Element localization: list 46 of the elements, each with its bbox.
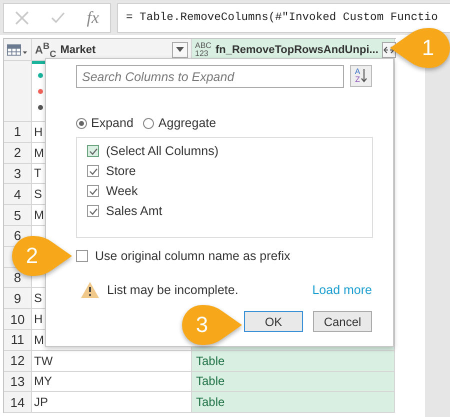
checkbox-label[interactable]: Sales Amt: [106, 204, 162, 218]
row-header: 14: [4, 392, 32, 414]
checkbox[interactable]: [76, 250, 88, 262]
step-callout: 3: [180, 303, 244, 347]
ok-button[interactable]: OK: [244, 311, 303, 332]
fx-label[interactable]: fx: [86, 8, 100, 28]
arrow-down-icon: [361, 69, 368, 83]
checkbox[interactable]: [87, 145, 99, 157]
checkbox[interactable]: [87, 185, 99, 197]
table-cell[interactable]: Table: [192, 392, 395, 414]
row-header: 4: [4, 184, 32, 206]
sort-button[interactable]: A Z: [350, 65, 372, 87]
checkbox[interactable]: [87, 165, 99, 177]
filter-button[interactable]: [172, 42, 188, 58]
type-label: ABC 123: [195, 42, 212, 58]
row-header: 9: [4, 288, 32, 310]
row-header: 2: [4, 142, 32, 164]
checkbox-label[interactable]: Use original column name as prefix: [95, 249, 290, 263]
checkbox-label[interactable]: Week: [106, 184, 138, 198]
radio-button[interactable]: [76, 118, 87, 128]
checkbox-label[interactable]: Store: [106, 164, 136, 178]
check-icon[interactable]: [50, 12, 65, 24]
table-cell: JP: [32, 392, 192, 414]
search-field[interactable]: Search Columns to Expand: [76, 65, 344, 88]
formula-field[interactable]: = Table.RemoveColumns(#"Invoked Custom Functio: [117, 3, 450, 33]
row-header: 11: [4, 330, 32, 351]
row-header: 13: [4, 372, 32, 392]
warning-icon: [80, 281, 100, 299]
cancel-button[interactable]: Cancel: [313, 311, 372, 332]
row-header: 1: [4, 122, 32, 143]
column-name: fn_RemoveTopRowsAndUnpi...: [215, 44, 378, 56]
table-icon: [7, 44, 28, 56]
table-menu-header[interactable]: [4, 39, 32, 61]
row-header: 3: [4, 164, 32, 184]
caret-icon: [176, 47, 184, 52]
table-cell[interactable]: Table: [192, 372, 395, 392]
row-header: 5: [4, 205, 32, 226]
table-cell[interactable]: Table: [192, 350, 395, 372]
radio-button[interactable]: [143, 118, 154, 128]
step-callout: 1: [388, 26, 450, 70]
expand-arrows-icon: [383, 46, 396, 54]
expand-button[interactable]: [382, 42, 396, 58]
checkbox[interactable]: [87, 205, 99, 217]
column-name: Market: [60, 44, 97, 56]
row-header: 10: [4, 309, 32, 330]
row-header: 12: [4, 350, 32, 372]
